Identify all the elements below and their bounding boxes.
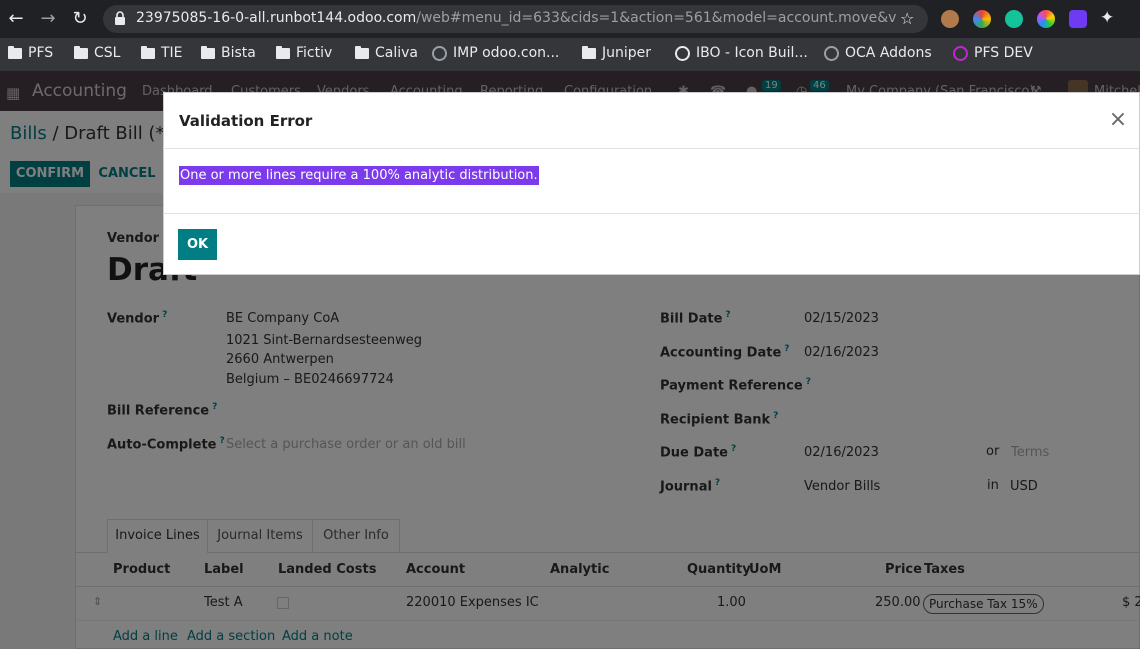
extension-ring-icon[interactable] — [1037, 10, 1055, 28]
reload-icon[interactable]: ↻ — [69, 8, 91, 30]
bookmark-juniper[interactable]: Juniper — [582, 43, 651, 63]
bookmark-pfs[interactable]: PFS — [8, 43, 53, 63]
url-path: /web#menu_id=633&cids=1&action=561&model… — [416, 10, 896, 26]
folder-icon — [276, 45, 290, 59]
extension-color-icon[interactable] — [973, 10, 991, 28]
bookmark-label: CSL — [94, 45, 121, 61]
globe-icon — [675, 45, 690, 61]
dialog-message: One or more lines require a 100% analyti… — [179, 166, 539, 185]
bookmark-label: Fictiv — [296, 45, 333, 61]
lock-icon — [115, 11, 125, 25]
dialog-header-divider — [163, 148, 1140, 149]
grammarly-icon[interactable] — [1005, 10, 1023, 28]
folder-icon — [582, 45, 596, 59]
bookmark-label: IBO - Icon Buil... — [696, 45, 808, 61]
bookmark-label: TIE — [161, 45, 183, 61]
folder-icon — [74, 45, 88, 59]
extension-monkey-icon[interactable] — [941, 10, 959, 28]
close-icon[interactable]: × — [1108, 109, 1128, 131]
odoo-circle-icon — [953, 45, 968, 61]
folder-icon — [201, 45, 215, 59]
bookmark-label: Caliva — [375, 45, 418, 61]
url-text[interactable]: 23975085-16-0-all.runbot144.odoo.com/web… — [136, 10, 896, 26]
folder-icon — [355, 45, 369, 59]
folder-icon — [141, 45, 155, 59]
bookmark-label: Juniper — [602, 45, 652, 61]
github-icon — [824, 45, 839, 61]
github-icon — [432, 45, 447, 61]
bookmark-imp-odoo[interactable]: IMP odoo.con... — [432, 43, 559, 63]
bookmark-label: Bista — [221, 45, 256, 61]
bookmark-fictiv[interactable]: Fictiv — [276, 43, 332, 63]
extensions-puzzle-icon[interactable]: ✦ — [1100, 8, 1114, 28]
folder-icon — [8, 45, 22, 59]
dialog-footer-divider — [163, 213, 1140, 214]
forward-arrow-icon[interactable]: → — [37, 8, 59, 30]
bookmark-label: IMP odoo.con... — [453, 45, 560, 61]
bookmark-label: PFS DEV — [974, 45, 1033, 61]
ok-button[interactable]: OK — [178, 229, 217, 260]
back-arrow-icon[interactable]: ← — [5, 8, 27, 30]
bookmark-csl[interactable]: CSL — [74, 43, 120, 63]
bookmark-caliva[interactable]: Caliva — [355, 43, 418, 63]
dialog-title: Validation Error — [179, 112, 313, 130]
extension-video-icon[interactable] — [1069, 10, 1087, 28]
bookmark-oca-addons[interactable]: OCA Addons — [824, 43, 932, 63]
bookmark-label: OCA Addons — [845, 45, 932, 61]
bookmark-star-icon[interactable]: ☆ — [900, 9, 914, 28]
bookmark-bista[interactable]: Bista — [201, 43, 256, 63]
bookmark-tie[interactable]: TIE — [141, 43, 183, 63]
url-host: 23975085-16-0-all.runbot144.odoo.com — [136, 10, 417, 26]
bookmark-ibo[interactable]: IBO - Icon Buil... — [675, 43, 808, 63]
bookmark-pfs-dev[interactable]: PFS DEV — [953, 43, 1033, 63]
bookmark-label: PFS — [28, 45, 54, 61]
